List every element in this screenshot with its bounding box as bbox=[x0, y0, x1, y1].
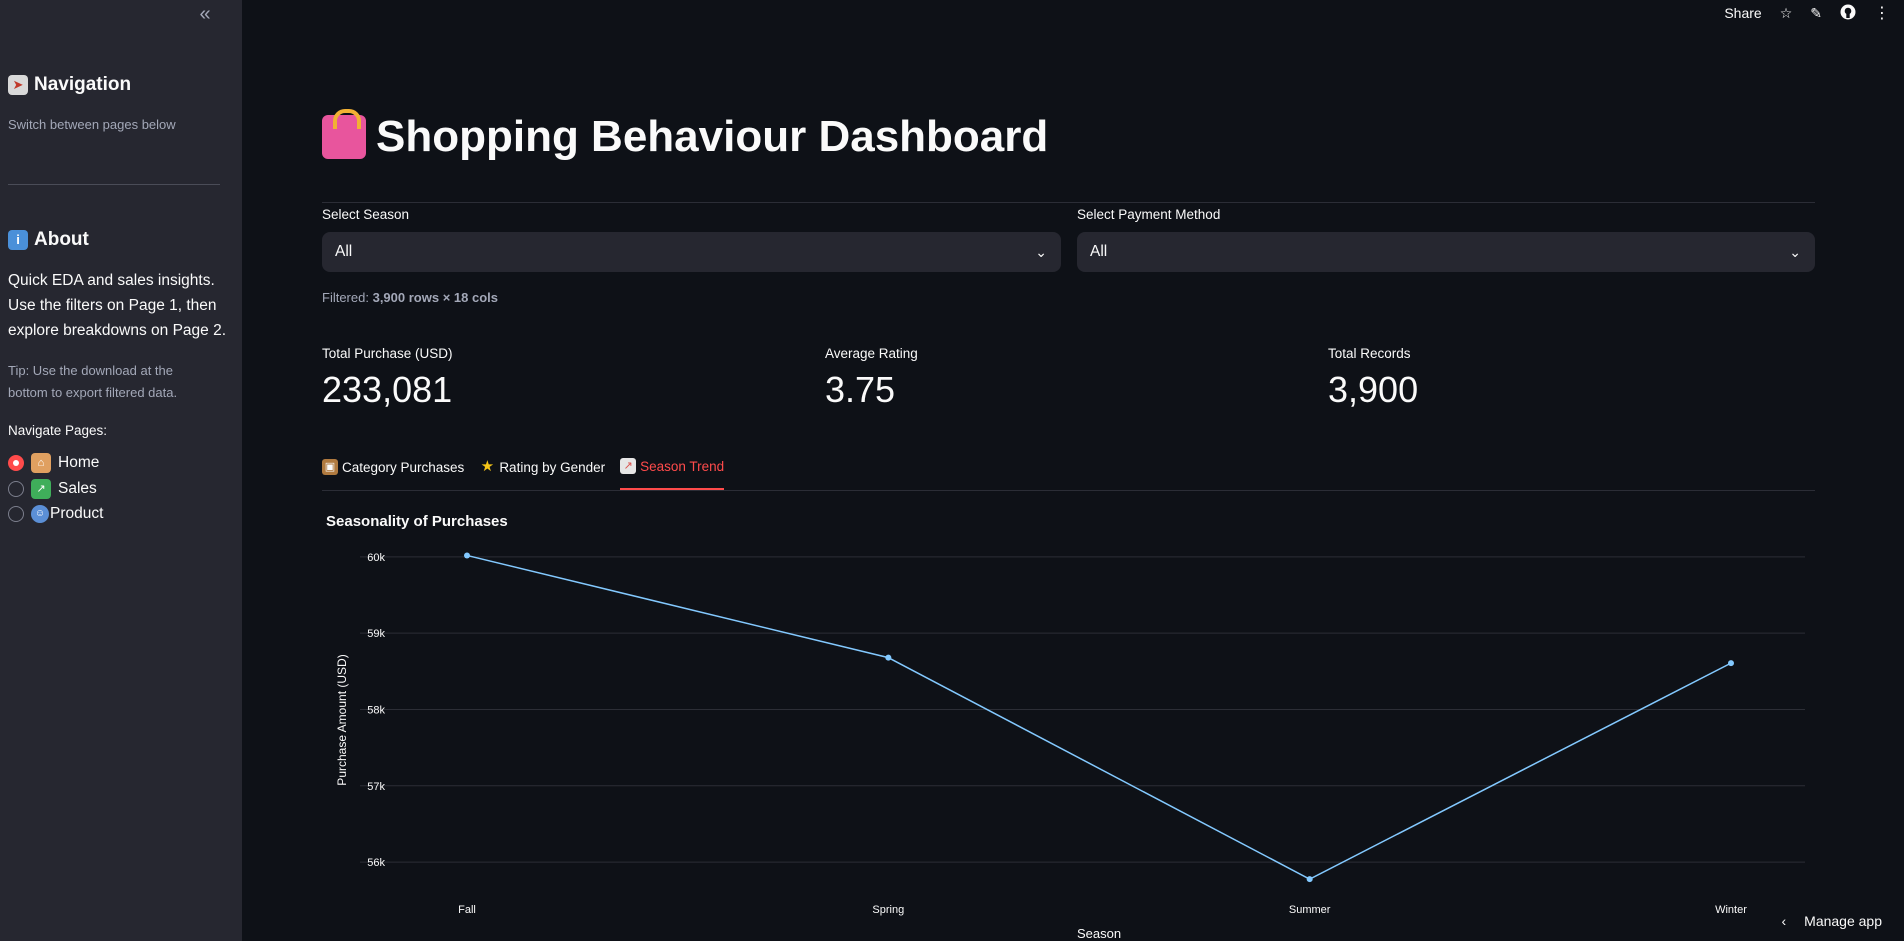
page-title-text: Shopping Behaviour Dashboard bbox=[376, 112, 1049, 161]
about-text: Quick EDA and sales insights. Use the fi… bbox=[8, 272, 227, 339]
x-tick-label: Fall bbox=[458, 904, 476, 916]
radio-unselected[interactable] bbox=[8, 481, 24, 497]
metric-value-total-records: 3,900 bbox=[1328, 369, 1419, 410]
tab-label: Rating by Gender bbox=[499, 459, 606, 475]
chevron-left-icon: ‹ bbox=[1781, 913, 1787, 929]
star-icon: ★ bbox=[480, 458, 495, 475]
manage-app-button[interactable]: ‹ Manage app bbox=[1781, 913, 1882, 929]
y-tick-label: 56k bbox=[367, 857, 385, 869]
manage-app-label: Manage app bbox=[1804, 913, 1882, 929]
navigation-subtitle: Switch between pages below bbox=[8, 117, 176, 132]
metric-label-total-records: Total Records bbox=[1328, 346, 1411, 361]
payment-select-value: All bbox=[1090, 243, 1108, 260]
season-line-chart: 56k 57k 58k 59k 60k Fall Spring Summer Winter P… bbox=[335, 552, 1805, 941]
data-point[interactable] bbox=[885, 654, 892, 661]
season-select-value: All bbox=[335, 243, 353, 260]
radio-unselected[interactable] bbox=[8, 506, 24, 522]
shopping-bags-icon bbox=[322, 109, 366, 159]
share-button[interactable]: Share bbox=[1724, 5, 1761, 21]
season-select[interactable]: All ⌄ bbox=[322, 232, 1061, 272]
tabs-underline bbox=[322, 490, 1815, 491]
page-radio-sales[interactable]: ↗ Sales bbox=[8, 479, 97, 499]
data-point[interactable] bbox=[1728, 660, 1734, 667]
tab-rating-by-gender[interactable]: ★ Rating by Gender bbox=[479, 458, 606, 490]
tab-bar: ▣ Category Purchases ★ Rating by Gender … bbox=[322, 458, 725, 490]
data-point[interactable] bbox=[464, 552, 470, 559]
tab-season-trend[interactable]: ↗ Season Trend bbox=[620, 458, 725, 490]
payment-select[interactable]: All ⌄ bbox=[1077, 232, 1815, 272]
github-icon[interactable] bbox=[1840, 4, 1856, 23]
page-radio-product[interactable]: ☺ Product bbox=[8, 505, 103, 523]
metric-value-average-rating: 3.75 bbox=[825, 369, 896, 410]
star-icon[interactable]: ☆ bbox=[1780, 5, 1793, 22]
tab-label: Season Trend bbox=[640, 458, 725, 474]
title-divider bbox=[322, 202, 1815, 203]
metric-value-total-purchase: 233,081 bbox=[322, 369, 453, 410]
chevron-down-icon: ⌄ bbox=[1035, 243, 1047, 260]
edit-icon[interactable]: ✎ bbox=[1810, 5, 1822, 22]
face-icon: ☺ bbox=[31, 505, 49, 523]
x-tick-label: Winter bbox=[1715, 904, 1747, 916]
page-label-home: Home bbox=[58, 454, 100, 471]
filtered-prefix: Filtered: bbox=[322, 290, 369, 305]
x-tick-label: Summer bbox=[1289, 904, 1331, 916]
house-icon: ⌂ bbox=[31, 453, 51, 473]
sidebar-divider bbox=[8, 184, 220, 185]
tab-category-purchases[interactable]: ▣ Category Purchases bbox=[322, 458, 464, 490]
season-filter-label: Select Season bbox=[322, 207, 410, 222]
tip-text: Tip: Use the download at the bottom to e… bbox=[8, 363, 178, 400]
page-radio-home[interactable]: ⌂ Home bbox=[8, 453, 99, 473]
about-title: About bbox=[34, 229, 89, 250]
metric-label-total-purchase: Total Purchase (USD) bbox=[322, 346, 453, 361]
filtered-caption: Filtered: 3,900 rows × 18 cols bbox=[322, 290, 498, 305]
collapse-sidebar-icon[interactable]: « bbox=[194, 4, 216, 26]
page-label-product: Product bbox=[50, 505, 104, 522]
chart-up-icon: ↗ bbox=[620, 458, 637, 474]
navigation-title: Navigation bbox=[34, 74, 132, 95]
sidebar: « ➤ Navigation Switch between pages belo… bbox=[0, 0, 242, 941]
info-icon: i bbox=[8, 230, 28, 250]
radio-selected[interactable] bbox=[8, 455, 24, 471]
y-tick-label: 60k bbox=[367, 552, 385, 564]
data-point[interactable] bbox=[1306, 876, 1313, 883]
chart-up-icon: ↗ bbox=[31, 479, 51, 499]
top-toolbar: Share ☆ ✎ ⋮ bbox=[1724, 0, 1890, 26]
navigate-pages-label: Navigate Pages: bbox=[8, 423, 108, 438]
navigation-heading: ➤ Navigation bbox=[8, 74, 131, 96]
y-axis-label: Purchase Amount (USD) bbox=[335, 654, 349, 785]
tab-label: Category Purchases bbox=[342, 459, 465, 475]
metric-label-average-rating: Average Rating bbox=[825, 346, 918, 361]
y-tick-label: 59k bbox=[367, 628, 385, 640]
chart-title: Seasonality of Purchases bbox=[326, 513, 508, 530]
x-tick-label: Spring bbox=[872, 904, 904, 916]
y-tick-label: 58k bbox=[367, 704, 385, 716]
payment-filter-label: Select Payment Method bbox=[1077, 207, 1221, 222]
more-menu-icon[interactable]: ⋮ bbox=[1874, 3, 1890, 23]
y-tick-label: 57k bbox=[367, 781, 385, 793]
x-axis-label: Season bbox=[1077, 926, 1121, 941]
page-label-sales: Sales bbox=[58, 480, 97, 497]
filtered-value: 3,900 rows × 18 cols bbox=[372, 290, 498, 305]
chevron-down-icon: ⌄ bbox=[1789, 243, 1801, 260]
series-line bbox=[466, 554, 1732, 880]
about-heading: i About bbox=[8, 229, 89, 251]
package-icon: ▣ bbox=[322, 459, 338, 475]
compass-icon: ➤ bbox=[8, 75, 28, 95]
page-title: Shopping Behaviour Dashboard bbox=[322, 109, 1049, 162]
